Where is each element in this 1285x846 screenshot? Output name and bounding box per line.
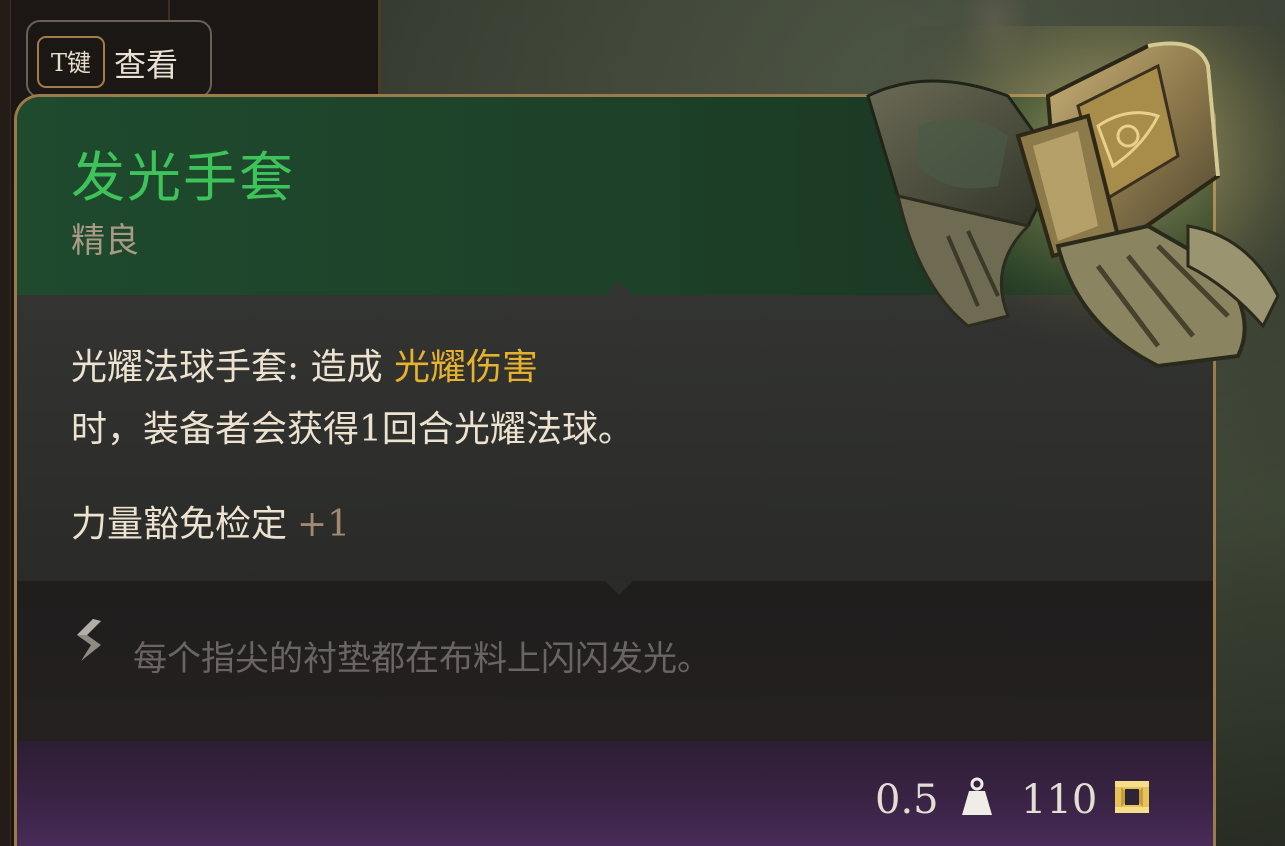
inspect-label: 查看	[114, 46, 179, 84]
bonus-label[interactable]: 力量豁免检定	[71, 504, 287, 545]
panel-edge	[0, 0, 11, 846]
section-notch	[605, 581, 633, 595]
description-text: 光耀法球手套: 造成	[71, 347, 395, 388]
weight-icon	[959, 777, 995, 817]
item-description: 光耀法球手套: 造成 光耀伤害 时，装备者会获得1回合光耀法球。	[71, 337, 771, 461]
inspect-key-hint[interactable]: T键 查看	[26, 20, 212, 98]
radiant-damage-keyword[interactable]: 光耀伤害	[394, 347, 538, 388]
item-rarity: 精良	[71, 221, 139, 261]
bonus-value: +1	[297, 504, 351, 545]
t-key-badge: T键	[37, 36, 105, 88]
item-weight: 0.5	[875, 777, 939, 823]
item-name: 发光手套	[71, 146, 295, 209]
radiant-gauntlets-icon	[858, 26, 1285, 386]
item-price: 110	[1021, 777, 1098, 823]
game-screen: T键 查看 发光手套 精良 光耀法球手套: 造成 光耀伤害 时，装备者会获得1回…	[0, 0, 1285, 846]
section-notch	[605, 281, 633, 295]
gold-coin-icon	[1113, 779, 1151, 815]
item-lore: 每个指尖的衬垫都在布料上闪闪发光。	[133, 639, 711, 679]
description-text: 时，装备者会获得1回合光耀法球。	[71, 409, 634, 450]
scroll-quill-icon	[71, 615, 111, 667]
item-bonus: 力量豁免检定 +1	[71, 495, 350, 547]
